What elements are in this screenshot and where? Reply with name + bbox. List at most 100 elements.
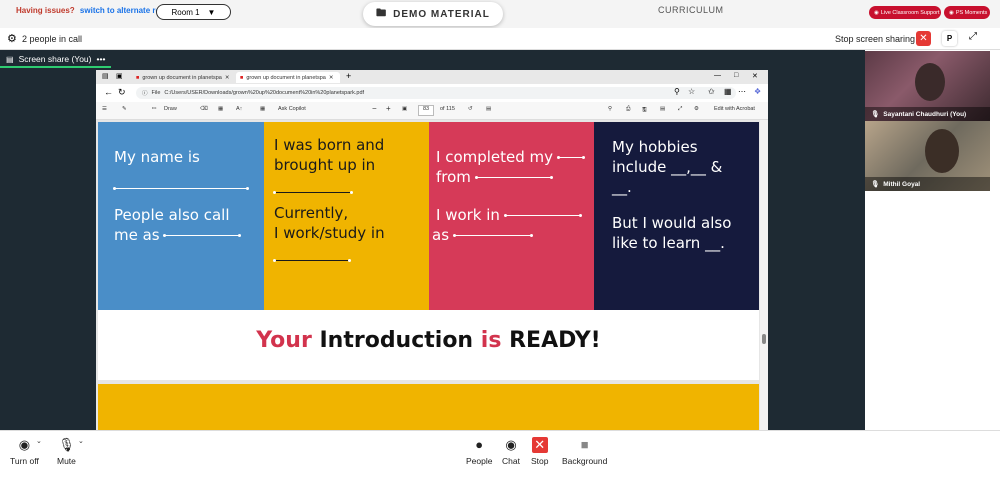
save-icon[interactable]: 🖫 [642, 106, 647, 115]
rotate-icon[interactable]: ↺ [468, 106, 473, 112]
tab-actions-icon[interactable]: ▣ [116, 72, 123, 80]
expand-icon[interactable]: ⤢ [969, 31, 977, 42]
slide-next-page [98, 384, 759, 430]
card-text: as [432, 226, 533, 245]
sidebar-icon[interactable]: ▤ [102, 72, 109, 80]
favorite-icon[interactable]: ☆ [688, 87, 695, 96]
page-number-input[interactable]: 83 [418, 105, 434, 116]
read-aloud-icon[interactable]: A↑ [236, 106, 242, 112]
card-text-inline: from [436, 168, 471, 186]
screen-share-tab[interactable]: ▤ Screen share (You) ••• [0, 52, 112, 68]
draw-icon[interactable]: ✏ [152, 106, 157, 112]
scrollbar-thumb[interactable] [762, 334, 766, 344]
blank-line [474, 175, 553, 179]
issues-notice: Having issues? switch to alternate room [16, 6, 172, 15]
close-icon[interactable]: ✕ [225, 75, 230, 81]
edit-acrobat-button[interactable]: Edit with Acrobat [714, 106, 755, 112]
pdf-viewer[interactable]: My name is People also call me as I was … [96, 120, 768, 430]
draw-button[interactable]: Draw [164, 106, 177, 112]
ps-moments-label: PS Moments [955, 9, 988, 16]
ready-word: Introduction [319, 328, 474, 353]
pdf-icon: ■ [136, 74, 140, 81]
url-input[interactable]: ⓘ File C:/Users/USER/Downloads/grown%20u… [136, 87, 736, 99]
print-icon[interactable]: ⎙ [626, 106, 630, 113]
card-text: My hobbies [612, 138, 698, 156]
refresh-icon[interactable]: ↻ [118, 87, 126, 98]
live-support-button[interactable]: ◉ Live Classroom Support [869, 6, 941, 19]
maximize-icon[interactable]: □ [734, 72, 738, 79]
card-text-inline: as [432, 226, 450, 244]
demo-material-button[interactable]: 🖿 DEMO MATERIAL [363, 2, 503, 26]
settings-icon[interactable]: ⚙ [694, 106, 699, 112]
card-text: But I would also [612, 214, 732, 232]
participant-name-bar: 🎙 Sayantani Chaudhuri (You) [865, 107, 990, 121]
fullscreen-icon[interactable]: ⤢ [678, 106, 682, 113]
browser-tab-active[interactable]: ■ grown up document in planetspa ✕ [236, 72, 340, 83]
zoom-icon[interactable]: ⚲ [674, 87, 680, 96]
contents-icon[interactable]: ☰ [102, 106, 107, 112]
moments-icon: ◉ [949, 9, 954, 16]
ask-copilot-button[interactable]: Ask Copilot [278, 106, 306, 112]
p-button[interactable]: P [942, 31, 957, 46]
save-as-icon[interactable]: ▤ [660, 106, 665, 112]
back-icon[interactable]: ← [104, 87, 113, 97]
card-text: I was born and [274, 136, 385, 154]
background-label: Background [562, 456, 608, 466]
card-text: I work/study in [274, 224, 385, 242]
chat-label: Chat [502, 456, 520, 466]
fit-page-icon[interactable]: ▣ [402, 106, 407, 112]
ready-word: READY! [509, 328, 601, 353]
chevron-down-icon[interactable]: ⌄ [78, 437, 84, 445]
participant-video [925, 129, 959, 173]
chevron-down-icon[interactable]: ⌄ [36, 437, 42, 445]
mic-button[interactable]: 🎙 Mute [57, 437, 76, 466]
more-icon[interactable]: ••• [97, 54, 106, 64]
issues-text: Having issues? [16, 6, 75, 15]
blank-line [113, 186, 249, 190]
curriculum-link[interactable]: CURRICULUM [658, 5, 724, 15]
page-total: of 115 [440, 106, 455, 112]
close-window-icon[interactable]: ✕ [752, 72, 758, 80]
highlight-icon[interactable]: ✎ [122, 106, 127, 112]
close-icon[interactable]: ✕ [329, 75, 334, 81]
stop-share-button[interactable]: ✕ Stop [531, 437, 549, 466]
background-button[interactable]: ■ Background [562, 437, 607, 466]
browser-tab[interactable]: ■ grown up document in planetspa ✕ [132, 72, 232, 83]
chat-button[interactable]: ◉ Chat [502, 437, 520, 466]
people-button[interactable]: ● People [466, 437, 492, 466]
card-text: Currently, [274, 204, 349, 222]
participant-tile-mithil[interactable]: 🎙 Mithil Goyal [865, 121, 990, 191]
gear-icon[interactable]: ⚙ [7, 32, 17, 45]
person-icon: ● [475, 437, 484, 452]
card-text: I work in [436, 206, 582, 225]
room-select[interactable]: Room 1 ▼ [156, 4, 231, 20]
erase-icon[interactable]: ⌫ [200, 106, 208, 112]
favorites-icon[interactable]: ✩ [708, 87, 715, 96]
stop-sharing-label: Stop screen sharing [835, 34, 916, 44]
copilot-icon[interactable]: ❖ [754, 87, 761, 96]
card-text: include __,__ & [612, 158, 723, 176]
zoom-out-button[interactable]: − [372, 104, 377, 113]
collections-icon[interactable]: ▦ [724, 87, 732, 96]
camera-button[interactable]: ◉ Turn off [10, 437, 39, 466]
page-view-icon[interactable]: ▤ [486, 106, 491, 112]
text-icon[interactable]: ▦ [218, 106, 223, 112]
stop-sharing-button[interactable]: ✕ [916, 31, 931, 46]
minimize-icon[interactable]: — [714, 72, 721, 79]
url-scheme: File [151, 90, 161, 96]
card-text-inline: I work in [436, 206, 500, 224]
caret-down-icon: ▼ [207, 7, 216, 17]
ready-heading: Your Introduction is READY! [98, 328, 759, 353]
participant-video [915, 63, 945, 101]
pdf-scrollbar[interactable] [760, 120, 768, 430]
zoom-in-button[interactable]: + [386, 104, 391, 113]
card-text: __. [612, 178, 632, 196]
browser-tab-label: grown up document in planetspa [142, 74, 222, 81]
search-icon[interactable]: ⚲ [608, 106, 612, 112]
new-tab-icon[interactable]: + [346, 71, 351, 81]
ps-moments-button[interactable]: ◉ PS Moments [944, 6, 990, 19]
card-text: I completed my [436, 148, 585, 167]
mic-label: Mute [57, 456, 76, 466]
participant-tile-you[interactable]: 🎙 Sayantani Chaudhuri (You) [865, 51, 990, 121]
more-icon[interactable]: ⋯ [738, 87, 746, 96]
